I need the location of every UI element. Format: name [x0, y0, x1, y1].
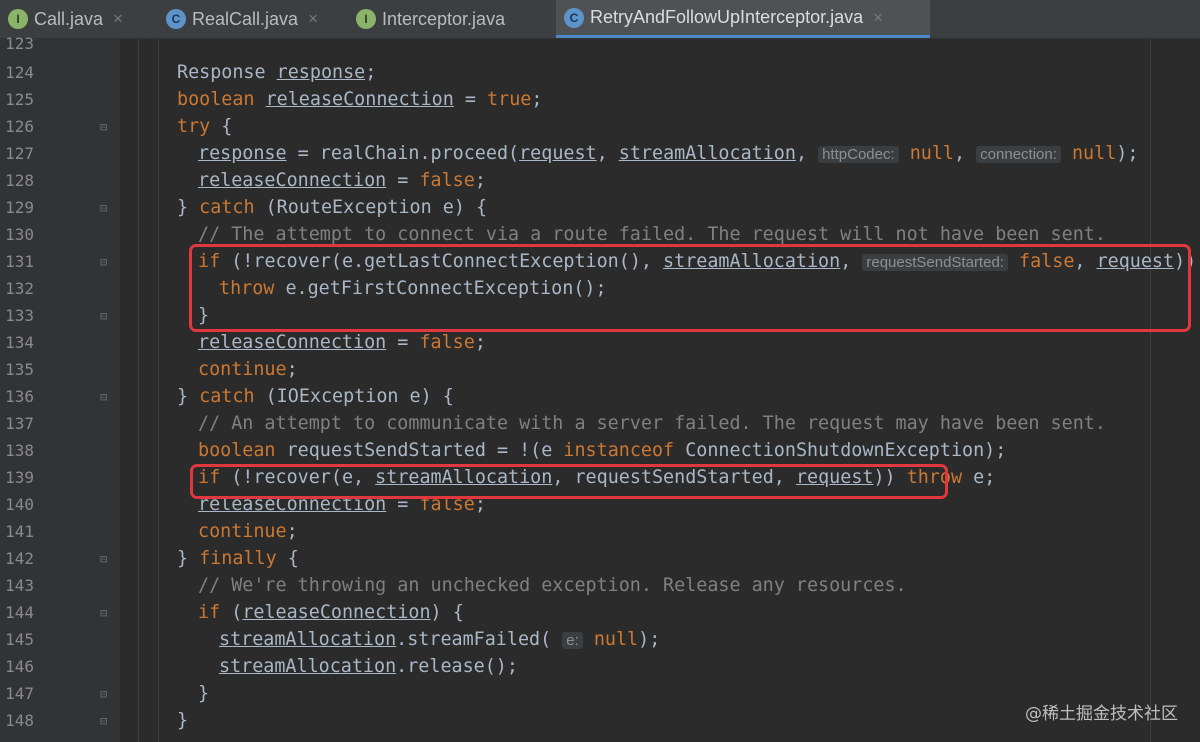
code-line-124: Response response; [177, 62, 377, 83]
line-number: 143 [5, 576, 34, 595]
code-line-141: continue; [198, 521, 298, 542]
code-line-126: try { [177, 116, 233, 137]
tab-call-java[interactable]: I Call.java × [0, 0, 150, 38]
fold-marker-icon[interactable]: ⊟ [100, 121, 111, 133]
code-line-148: } [177, 710, 189, 731]
line-number: 133 [5, 306, 34, 325]
close-icon[interactable]: × [113, 9, 123, 29]
class-icon: C [564, 7, 584, 28]
line-number: 136 [5, 387, 34, 406]
code-line-128: releaseConnection = false; [198, 170, 486, 191]
param-hint: httpCodec: [818, 146, 899, 163]
line-number: 140 [5, 495, 34, 514]
line-number: 144 [5, 603, 34, 622]
tab-label: Call.java [34, 8, 104, 29]
code-line-134: releaseConnection = false; [198, 332, 486, 353]
line-number: 127 [5, 144, 34, 163]
line-number: 130 [5, 225, 34, 244]
code-line-129: } catch (RouteException e) { [177, 197, 488, 218]
interface-icon: I [356, 9, 376, 29]
close-icon[interactable]: × [308, 9, 318, 29]
highlight-box-io-exception-recover [190, 464, 948, 499]
line-number: 141 [5, 522, 34, 541]
code-line-137: // An attempt to communicate with a serv… [198, 413, 1106, 434]
indent-guide [138, 39, 139, 742]
fold-marker-icon[interactable]: ⊟ [100, 715, 111, 727]
line-number: 125 [5, 90, 34, 109]
tab-realcall-java[interactable]: C RealCall.java × [158, 0, 338, 38]
editor-tab-bar: I Call.java × C RealCall.java × I Interc… [0, 0, 1200, 39]
line-number: 138 [5, 441, 34, 460]
watermark: @稀土掘金技术社区 [1025, 704, 1178, 724]
param-hint: connection: [976, 146, 1061, 163]
code-line-136: } catch (IOException e) { [177, 386, 454, 407]
tab-label: RealCall.java [192, 8, 299, 29]
code-line-127: response = realChain.proceed(request, st… [198, 143, 1139, 164]
line-number-gutter: 123 124 125 126 127 128 129 130 131 132 … [0, 34, 120, 742]
tab-interceptor-java[interactable]: I Interceptor.java [348, 0, 548, 38]
line-number: 137 [5, 414, 34, 433]
fold-marker-icon[interactable]: ⊟ [100, 310, 111, 322]
line-number: 147 [5, 684, 34, 703]
code-line-147: } [198, 683, 210, 704]
highlight-box-route-exception-recover [189, 244, 1191, 332]
tab-retryandfollowupinterceptor-java[interactable]: C RetryAndFollowUpInterceptor.java × [556, 0, 930, 38]
fold-marker-icon[interactable]: ⊟ [100, 202, 111, 214]
fold-marker-icon[interactable]: ⊟ [100, 553, 111, 565]
line-number: 148 [5, 711, 34, 730]
fold-marker-icon[interactable]: ⊟ [100, 688, 111, 700]
line-number: 142 [5, 549, 34, 568]
line-number: 134 [5, 333, 34, 352]
line-number: 128 [5, 171, 34, 190]
code-line-144: if (releaseConnection) { [198, 602, 464, 623]
fold-marker-icon[interactable]: ⊟ [100, 391, 111, 403]
line-number: 124 [5, 63, 34, 82]
close-icon[interactable]: × [873, 8, 883, 28]
code-line-143: // We're throwing an unchecked exception… [198, 575, 907, 596]
line-number: 145 [5, 630, 34, 649]
line-number: 129 [5, 198, 34, 217]
right-margin-guide [1150, 39, 1151, 742]
class-icon: C [166, 9, 186, 29]
line-number: 135 [5, 360, 34, 379]
line-number: 126 [5, 117, 34, 136]
code-line-125: boolean releaseConnection = true; [177, 89, 543, 110]
code-line-145: streamAllocation.streamFailed( e: null); [219, 629, 661, 650]
code-line-142: } finally { [177, 548, 299, 569]
line-number: 132 [5, 279, 34, 298]
line-number: 146 [5, 657, 34, 676]
code-line-138: boolean requestSendStarted = !(e instanc… [198, 440, 1007, 461]
code-line-146: streamAllocation.release(); [219, 656, 518, 677]
fold-marker-icon[interactable]: ⊟ [100, 607, 111, 619]
interface-icon: I [8, 9, 28, 29]
tab-label: RetryAndFollowUpInterceptor.java [590, 7, 864, 27]
param-hint: e: [562, 632, 583, 649]
fold-marker-icon[interactable]: ⊟ [100, 256, 111, 268]
line-number: 139 [5, 468, 34, 487]
indent-guide [158, 39, 159, 742]
tab-label: Interceptor.java [382, 8, 506, 29]
line-number: 131 [5, 252, 34, 271]
code-line-135: continue; [198, 359, 298, 380]
line-number: 123 [5, 34, 34, 53]
